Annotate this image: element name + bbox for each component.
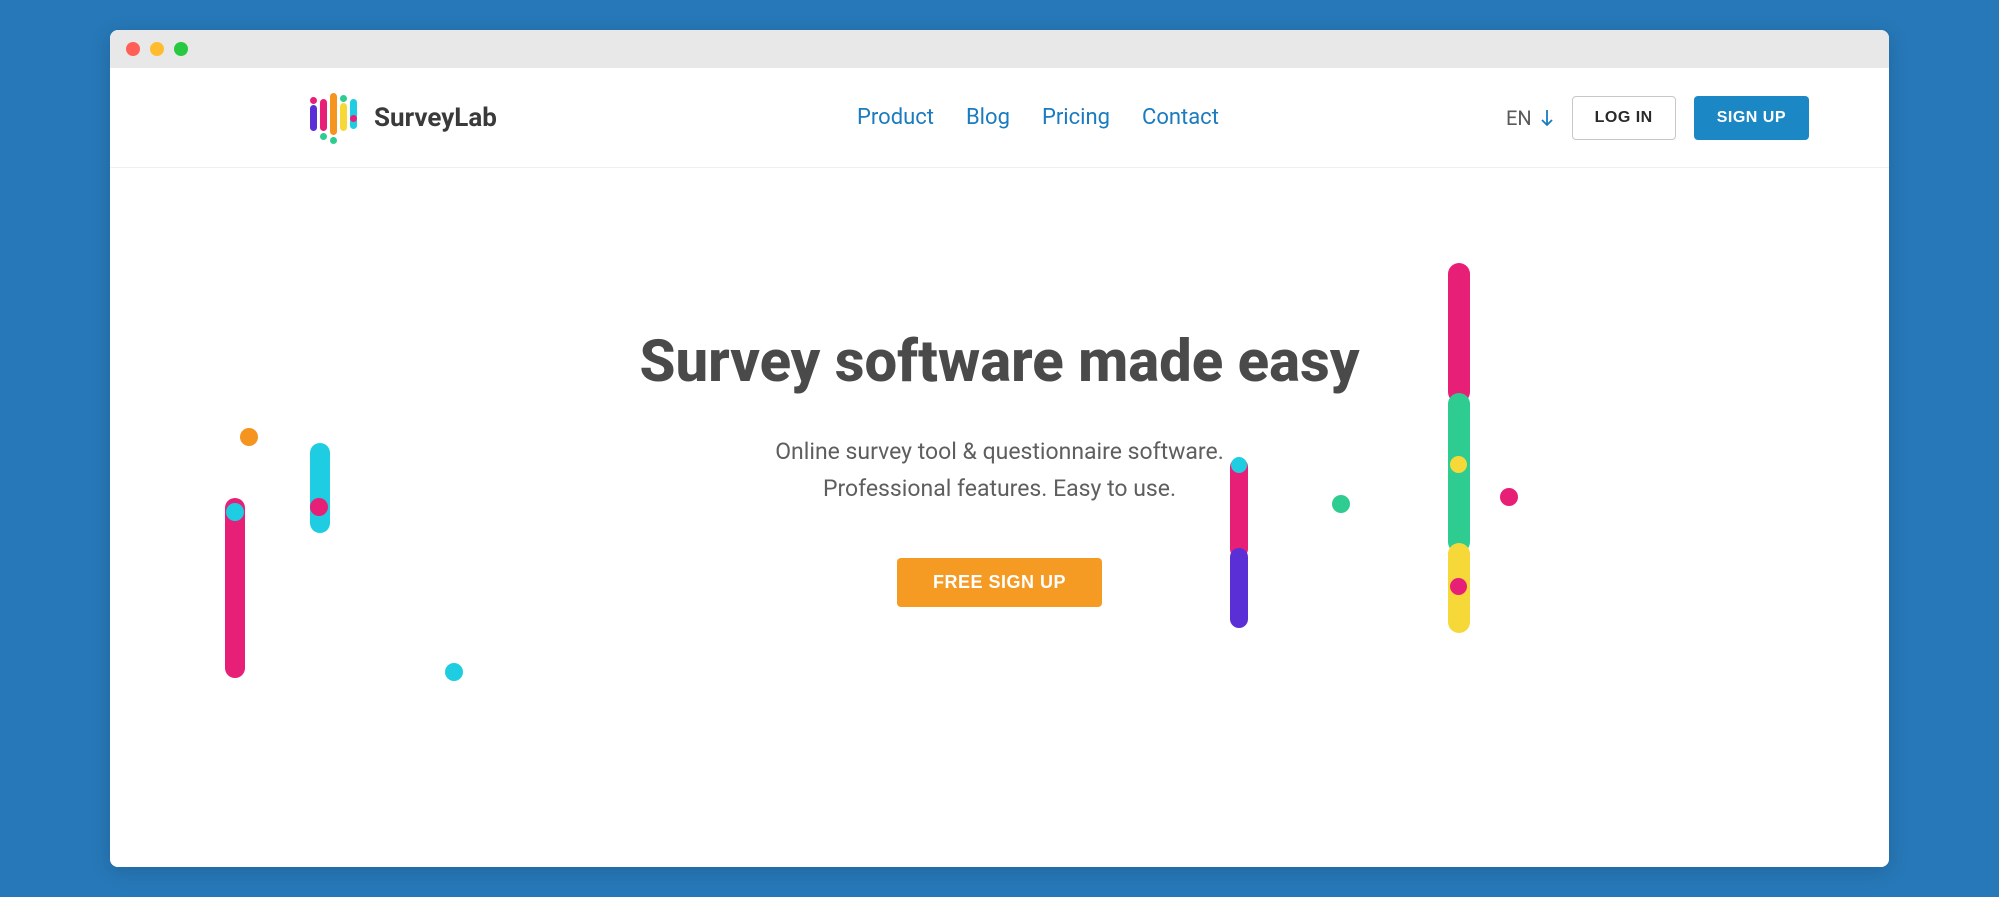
window-minimize-icon[interactable] [150,42,164,56]
brand-name: SurveyLab [374,103,497,133]
logo[interactable]: SurveyLab [310,93,570,143]
decoration-dot [310,498,328,516]
page-content: SurveyLab Product Blog Pricing Contact E… [110,68,1889,867]
browser-titlebar [110,30,1889,68]
language-label: EN [1506,106,1532,130]
nav-pricing[interactable]: Pricing [1042,105,1110,130]
logo-icon [310,93,360,143]
decoration-dot [240,428,258,446]
decoration-bar [1230,458,1248,558]
decoration-dot [1450,578,1467,595]
window-maximize-icon[interactable] [174,42,188,56]
decoration-bar [310,443,330,533]
arrow-down-icon [1540,108,1554,128]
decoration-dot [1231,457,1247,473]
decoration-bar [225,498,245,678]
site-header: SurveyLab Product Blog Pricing Contact E… [110,68,1889,168]
language-selector[interactable]: EN [1506,106,1554,130]
decoration-bar [1448,393,1470,553]
header-actions: EN LOG IN SIGN UP [1506,96,1809,140]
hero-subtitle: Online survey tool & questionnaire softw… [110,434,1889,508]
decoration-bar [1230,548,1248,628]
signup-button[interactable]: SIGN UP [1694,96,1809,140]
nav-blog[interactable]: Blog [966,105,1010,130]
main-nav: Product Blog Pricing Contact [610,105,1466,130]
nav-contact[interactable]: Contact [1142,105,1219,130]
decoration-dot [445,663,463,681]
nav-product[interactable]: Product [857,105,934,130]
decoration-dot [1500,488,1518,506]
hero-title: Survey software made easy [110,328,1889,396]
free-signup-button[interactable]: FREE SIGN UP [897,558,1102,607]
decoration-dot [1450,456,1467,473]
browser-window: SurveyLab Product Blog Pricing Contact E… [110,30,1889,867]
decoration-bar [1448,263,1470,403]
hero-section: Survey software made easy Online survey … [110,168,1889,867]
login-button[interactable]: LOG IN [1572,96,1676,140]
decoration-dot [226,503,244,521]
window-close-icon[interactable] [126,42,140,56]
decoration-dot [1332,495,1350,513]
